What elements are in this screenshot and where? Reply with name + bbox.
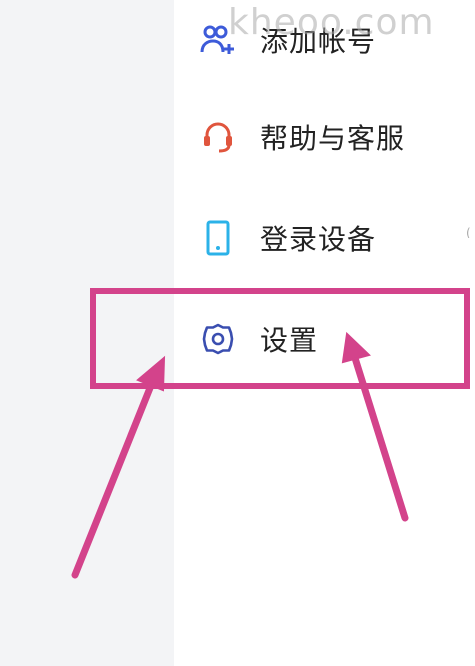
arrow-left <box>71 355 166 579</box>
arrow-right <box>341 331 409 522</box>
annotation-arrows <box>71 331 409 579</box>
